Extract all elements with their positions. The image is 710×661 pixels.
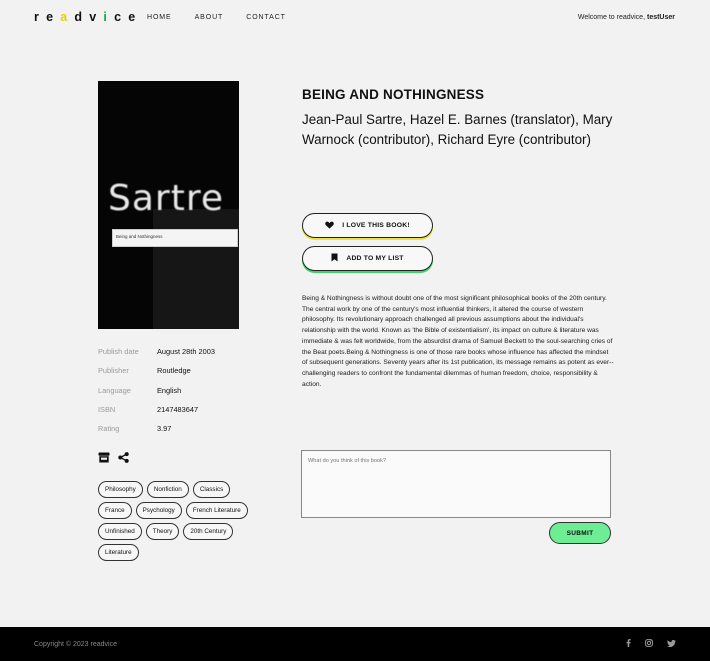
share-icon[interactable] xyxy=(118,450,129,468)
tag-unfinished[interactable]: Unfinished xyxy=(98,523,142,540)
tag-literature[interactable]: Literature xyxy=(98,544,139,561)
meta-value: 3.97 xyxy=(157,424,172,434)
book-title: BEING AND NOTHINGNESS xyxy=(302,87,485,102)
meta-label: Publisher xyxy=(98,366,129,376)
nav-home-link[interactable]: HOME xyxy=(147,14,172,21)
book-description: Being & Nothingness is without doubt one… xyxy=(302,295,614,388)
meta-label: Publish date xyxy=(98,347,139,356)
book-authors: Jean-Paul Sartre, Hazel E. Barnes (trans… xyxy=(302,112,613,147)
meta-label: ISBN xyxy=(98,404,116,414)
submit-review-button[interactable]: SUBMIT xyxy=(549,522,611,544)
tag-20th-century[interactable]: 20th Century xyxy=(183,523,234,540)
logo-letter: a xyxy=(60,10,75,24)
main-nav: HOME ABOUT CONTACT xyxy=(147,14,309,21)
nav-about-link[interactable]: ABOUT xyxy=(195,14,224,21)
meta-row-rating: Rating 3.97 xyxy=(98,424,215,443)
logo-letter: r xyxy=(34,10,47,24)
meta-row-language: Language English xyxy=(98,386,215,405)
bookmark-icon xyxy=(331,253,338,264)
tag-french-literature[interactable]: French Literature xyxy=(185,502,248,519)
copyright-text: Copyright © 2023 readvice xyxy=(34,641,117,648)
logo-letter: v xyxy=(89,10,104,24)
meta-row-publisher: Publisher Routledge xyxy=(98,366,215,385)
tag-nonfiction[interactable]: Nonfiction xyxy=(146,481,189,498)
logo-letter: e xyxy=(46,10,61,24)
social-links xyxy=(626,639,676,647)
love-book-button[interactable]: I LOVE THIS BOOK! xyxy=(302,213,433,238)
tag-france[interactable]: France xyxy=(98,502,132,519)
book-action-icons xyxy=(98,450,129,468)
heart-icon xyxy=(325,221,334,231)
logo-letter: e xyxy=(128,10,143,24)
logo-letter: c xyxy=(114,10,129,24)
book-detail-page: readvice HOME ABOUT CONTACT Welcome to r… xyxy=(0,0,710,661)
footer: Copyright © 2023 readvice xyxy=(0,627,710,661)
header: readvice HOME ABOUT CONTACT Welcome to r… xyxy=(0,0,710,36)
meta-row-publish-date: Publish date August 28th 2003 xyxy=(98,347,215,366)
meta-value: 2147483647 xyxy=(157,404,199,414)
cover-title: Sartre xyxy=(108,178,224,219)
meta-value: August 28th 2003 xyxy=(157,347,215,356)
cover-subtitle: Being and Nothingness xyxy=(116,234,163,239)
meta-label: Rating xyxy=(98,424,120,434)
book-cover: Sartre Being and Nothingness xyxy=(98,81,239,329)
meta-label: Language xyxy=(98,385,131,395)
love-book-label: I LOVE THIS BOOK! xyxy=(342,222,410,229)
site-logo[interactable]: readvice xyxy=(34,10,142,24)
tag-row: Literature xyxy=(98,544,268,561)
tag-classics[interactable]: Classics xyxy=(192,481,231,498)
add-to-list-button[interactable]: ADD TO MY LIST xyxy=(302,246,433,271)
genre-tags: Philosophy Nonfiction Classics France Ps… xyxy=(98,481,268,565)
tag-theory[interactable]: Theory xyxy=(145,523,180,540)
meta-value: English xyxy=(157,385,182,395)
instagram-icon[interactable] xyxy=(645,639,653,647)
facebook-icon[interactable] xyxy=(626,639,631,647)
book-metadata: Publish date August 28th 2003 Publisher … xyxy=(98,347,215,443)
logo-letter: i xyxy=(103,10,115,24)
meta-value: Routledge xyxy=(157,366,191,376)
cover-shadow-figure xyxy=(153,209,239,329)
username[interactable]: testUser xyxy=(647,14,675,21)
welcome-message: Welcome to readvice, testUser xyxy=(578,14,675,21)
tag-psychology[interactable]: Psychology xyxy=(135,502,182,519)
store-icon[interactable] xyxy=(98,450,110,468)
tag-philosophy[interactable]: Philosophy xyxy=(98,481,143,498)
twitter-icon[interactable] xyxy=(667,639,676,647)
tag-row: France Psychology French Literature xyxy=(98,502,268,519)
welcome-text: Welcome to readvice, xyxy=(577,14,646,21)
meta-row-isbn: ISBN 2147483647 xyxy=(98,405,215,424)
tag-row: Philosophy Nonfiction Classics xyxy=(98,481,268,498)
logo-letter: d xyxy=(74,10,90,24)
tag-row: Unfinished Theory 20th Century xyxy=(98,523,268,540)
nav-contact-link[interactable]: CONTACT xyxy=(246,14,286,21)
review-input[interactable] xyxy=(301,450,611,518)
add-to-list-label: ADD TO MY LIST xyxy=(346,255,404,262)
